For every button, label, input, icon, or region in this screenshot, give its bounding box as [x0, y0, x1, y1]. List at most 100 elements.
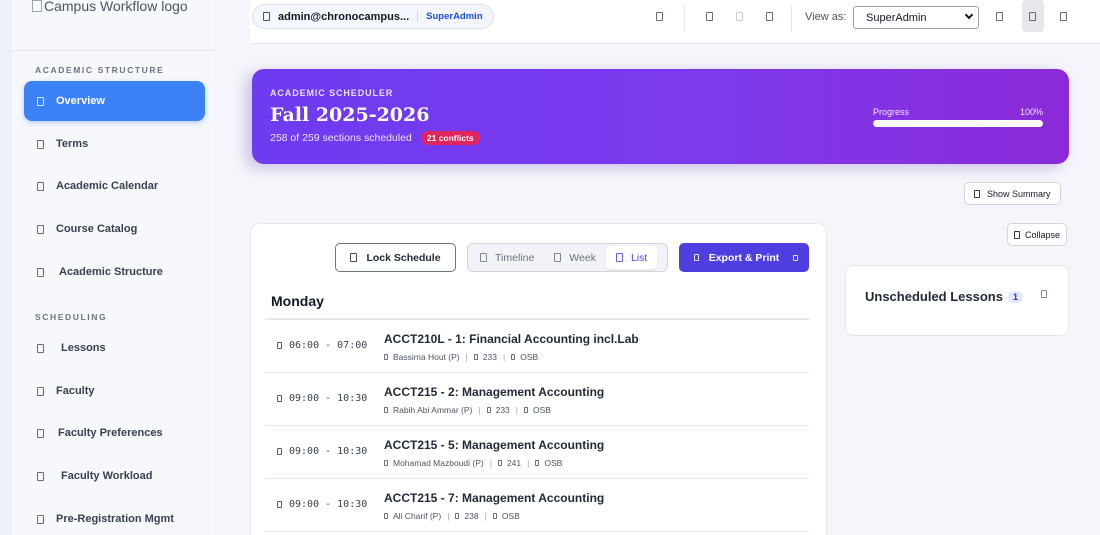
- divider: [791, 4, 792, 32]
- sidebar-item-overview[interactable]: Overview: [24, 81, 205, 121]
- faculty-name: Ali Charif (P): [393, 511, 442, 521]
- sidebar-item-pre-registration[interactable]: Pre-Registration Mgmt: [24, 499, 205, 535]
- room-number: 238: [464, 511, 479, 521]
- chevron-down-icon[interactable]: [1041, 290, 1047, 298]
- sidebar-item-label: Faculty Workload: [61, 470, 153, 482]
- help-icon[interactable]: [996, 12, 1003, 21]
- role-badge: SuperAdmin: [417, 11, 483, 22]
- sidebar-item-label: Faculty: [56, 385, 95, 397]
- lesson-row[interactable]: 09:00 - 10:30 ACCT215 - 7: Management Ac…: [265, 479, 809, 532]
- app-logo[interactable]: Campus Workflow logo: [32, 0, 188, 14]
- lock-schedule-label: Lock Schedule: [366, 251, 441, 264]
- lesson-time: 09:00 - 10:30: [277, 446, 367, 457]
- summary-icon: [974, 189, 980, 198]
- sidebar-item-label: Overview: [56, 95, 105, 107]
- sidebar-item-faculty-preferences[interactable]: Faculty Preferences: [24, 413, 205, 453]
- faculty-name: Mohamad Mazboudi (P): [393, 458, 484, 468]
- view-as-value: SuperAdmin: [866, 11, 927, 24]
- lesson-meta: Mohamad Mazboudi (P) | 241 | OSB: [384, 458, 562, 468]
- sidebar-item-course-catalog[interactable]: Course Catalog: [24, 209, 205, 249]
- sidebar-item-label: Terms: [56, 138, 89, 150]
- tab-label: List: [630, 251, 648, 264]
- sidebar-item-label: Pre-Registration Mgmt: [56, 513, 174, 525]
- search-icon[interactable]: [656, 12, 663, 21]
- divider: [684, 4, 685, 32]
- room-icon: [497, 460, 502, 466]
- export-print-button[interactable]: Export & Print: [679, 243, 809, 272]
- broken-image-icon: [32, 0, 42, 12]
- clock-icon: [277, 342, 282, 349]
- tab-label: Timeline: [495, 251, 535, 264]
- unscheduled-lessons-card: Unscheduled Lessons 1: [845, 265, 1069, 336]
- tab-list[interactable]: List: [605, 246, 658, 269]
- sidebar-item-label: Course Catalog: [56, 223, 138, 235]
- conflicts-badge[interactable]: 21 conflicts: [420, 131, 480, 145]
- user-icon: [384, 407, 388, 413]
- sidebar-item-academic-structure[interactable]: Academic Structure: [24, 252, 205, 292]
- separator: |: [489, 458, 492, 468]
- building-name: OSB: [520, 352, 539, 362]
- building-icon: [492, 513, 497, 519]
- show-summary-label: Show Summary: [987, 188, 1051, 199]
- collapse-button[interactable]: Collapse: [1007, 223, 1068, 246]
- user-icon: [384, 354, 388, 360]
- view-switcher: Timeline Week List: [467, 243, 668, 272]
- sidebar-item-label: Academic Calendar: [56, 180, 159, 192]
- room-number: 233: [482, 352, 498, 362]
- divider: [12, 50, 215, 51]
- chevron-down-icon: [793, 254, 798, 261]
- tab-week[interactable]: Week: [544, 246, 606, 269]
- sidebar-item-terms[interactable]: Terms: [24, 124, 205, 164]
- sidebar-item-academic-calendar[interactable]: Academic Calendar: [24, 166, 205, 206]
- building-icon: [524, 407, 528, 413]
- user-icon: [263, 12, 270, 21]
- lesson-meta: Rabih Abi Ammar (P) | 233 | OSB: [384, 405, 551, 415]
- separator: |: [484, 511, 487, 521]
- page-title: Fall 2025-2026: [270, 104, 430, 126]
- time-text: 09:00 - 10:30: [289, 499, 368, 510]
- building-name: OSB: [533, 405, 551, 415]
- show-summary-button[interactable]: Show Summary: [964, 182, 1061, 205]
- sidebar-item-faculty[interactable]: Faculty: [24, 371, 205, 411]
- collapse-icon: [1014, 230, 1020, 239]
- moon-icon[interactable]: [736, 12, 743, 21]
- lesson-row[interactable]: 06:00 - 07:00 ACCT210L - 1: Financial Ac…: [265, 320, 809, 373]
- term-header-banner: ACADEMIC SCHEDULER Fall 2025-2026 258 of…: [252, 69, 1069, 164]
- building-name: OSB: [544, 458, 563, 468]
- sidebar: Campus Workflow logo ACADEMIC STRUCTURE …: [0, 0, 215, 535]
- user-menu[interactable]: admin@chronocampus... SuperAdmin: [252, 4, 494, 29]
- tab-timeline[interactable]: Timeline: [470, 246, 544, 269]
- time-text: 09:00 - 10:30: [289, 446, 368, 457]
- view-as-select[interactable]: SuperAdmin: [853, 6, 979, 29]
- progress-label: Progress: [873, 107, 910, 117]
- unscheduled-count-badge: 1: [1007, 291, 1023, 303]
- clock-icon: [37, 343, 44, 353]
- schedule-panel: Lock Schedule Timeline Week List Export …: [250, 223, 827, 535]
- timeline-icon: [480, 253, 487, 262]
- clipboard-icon: [37, 514, 44, 524]
- room-icon: [473, 354, 478, 360]
- sidebar-item-faculty-workload[interactable]: Faculty Workload: [24, 456, 205, 496]
- tab-label: Week: [569, 251, 596, 264]
- home-icon: [37, 96, 44, 106]
- separator: |: [515, 405, 518, 415]
- logout-icon[interactable]: [1060, 12, 1067, 21]
- lesson-meta: Bassima Hout (P) | 233 | OSB: [384, 352, 538, 362]
- lesson-row[interactable]: 09:00 - 10:30 ACCT215 - 5: Management Ac…: [265, 426, 809, 479]
- lesson-time: 09:00 - 10:30: [277, 393, 367, 404]
- list-icon: [615, 253, 623, 262]
- banner-eyebrow: ACADEMIC SCHEDULER: [270, 88, 394, 98]
- course-title: ACCT215 - 7: Management Accounting: [384, 491, 605, 505]
- course-title: ACCT210L - 1: Financial Accounting incl.…: [384, 332, 639, 346]
- collapse-label: Collapse: [1025, 229, 1061, 240]
- settings-icon[interactable]: [766, 12, 773, 21]
- course-title: ACCT215 - 2: Management Accounting: [384, 385, 605, 399]
- separator: |: [503, 352, 506, 362]
- bell-icon[interactable]: [706, 12, 713, 21]
- section-label-scheduling: SCHEDULING: [35, 312, 108, 322]
- unscheduled-title-text: Unscheduled Lessons: [865, 289, 1003, 304]
- sidebar-item-lessons[interactable]: Lessons: [24, 328, 205, 368]
- lock-schedule-button[interactable]: Lock Schedule: [335, 243, 456, 272]
- lock-icon: [350, 253, 358, 262]
- lesson-row[interactable]: 09:00 - 10:30 ACCT215 - 2: Management Ac…: [265, 373, 809, 426]
